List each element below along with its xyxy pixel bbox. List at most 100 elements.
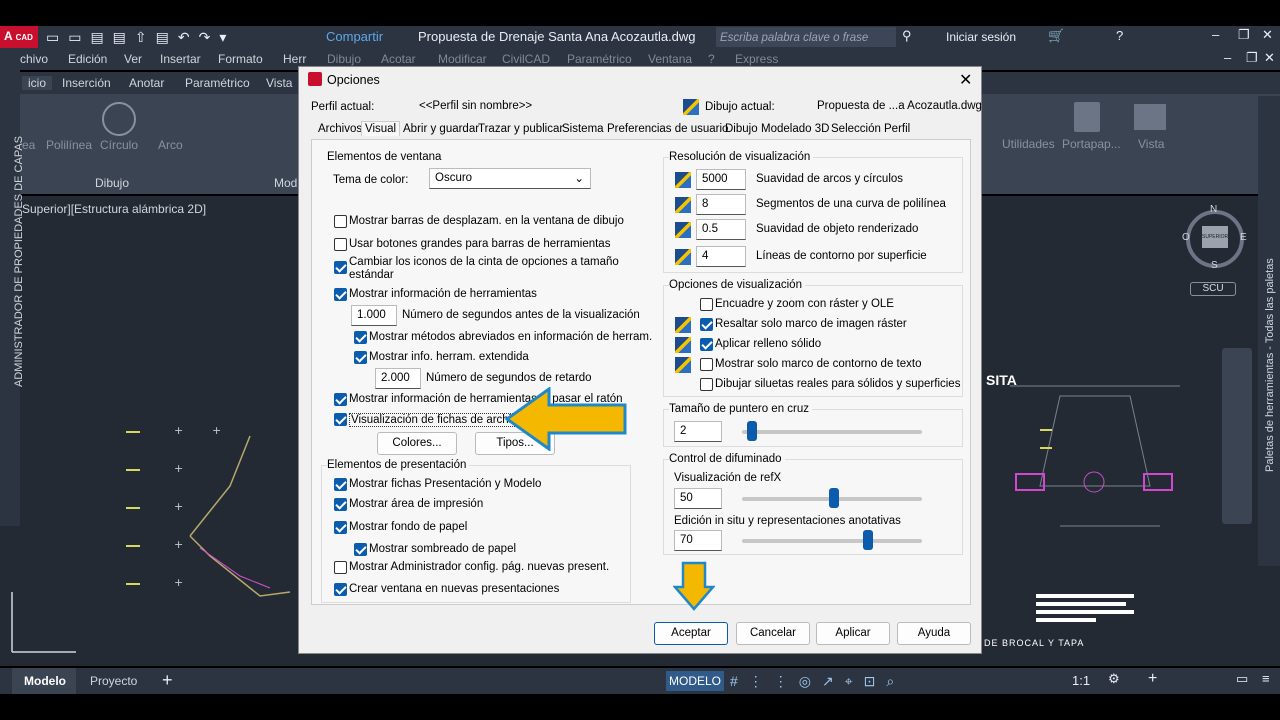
menu-item[interactable]: Edición [68, 52, 107, 66]
checkbox-raster-frame[interactable] [700, 318, 713, 331]
checkbox-extended-tooltips[interactable] [354, 351, 367, 364]
tooltip-delay-input[interactable]: 1.000 [351, 305, 397, 326]
inplace-fade-slider-track[interactable] [742, 539, 922, 543]
checkbox-print-area[interactable] [334, 498, 347, 511]
checkbox-create-viewport[interactable] [334, 583, 347, 596]
signin-button[interactable]: Iniciar sesión [946, 30, 1016, 44]
ok-button[interactable]: Aceptar [654, 622, 728, 645]
close-icon[interactable]: ✕ [1264, 50, 1275, 66]
close-icon[interactable]: ✕ [959, 70, 972, 90]
app-logo[interactable]: A CAD [0, 26, 38, 48]
colors-button[interactable]: Colores... [377, 432, 457, 455]
model-space-button[interactable]: MODELO [666, 671, 724, 691]
gear-icon[interactable]: ⚙ [1108, 671, 1120, 687]
tab-inicio[interactable]: icio [22, 76, 53, 90]
help-icon[interactable]: ? [1116, 28, 1123, 43]
menu-item[interactable]: chivo [20, 52, 48, 66]
menu-item[interactable]: Herr [283, 52, 306, 66]
menu-icon[interactable]: ≡ [1262, 671, 1270, 686]
tab-layout[interactable]: Proyecto [90, 674, 137, 688]
tab-dibujo[interactable]: Dibujo [725, 123, 758, 135]
checkbox-paper-shadow[interactable] [354, 543, 367, 556]
checkbox-solid-fill[interactable] [700, 338, 713, 351]
status-toolbar-icons[interactable]: #⋮⋮◎↗⌖⊡⌕ [730, 673, 905, 690]
menu-item[interactable]: Acotar [381, 52, 416, 66]
menu-item[interactable]: ? [708, 52, 715, 66]
menu-item[interactable]: Paramétrico [567, 52, 632, 66]
search-icon[interactable]: ⚲ [902, 28, 912, 44]
share-button[interactable]: Compartir [326, 29, 383, 44]
fullscreen-icon[interactable]: ▭ [1236, 671, 1248, 687]
checkbox-paper-bg[interactable] [334, 521, 347, 534]
plus-icon[interactable]: + [1148, 670, 1157, 688]
xref-fade-slider-thumb[interactable] [829, 488, 839, 508]
checkbox-layout-tabs[interactable] [334, 478, 347, 491]
polyline-tool[interactable]: Polilínea [46, 138, 92, 152]
help-button[interactable]: Ayuda [897, 622, 971, 645]
add-layout-icon[interactable]: + [162, 670, 173, 691]
crosshair-slider-track[interactable] [742, 430, 922, 434]
checkbox-large-buttons[interactable] [334, 238, 347, 251]
menu-item[interactable]: Modificar [438, 52, 487, 66]
checkbox-shortcuts[interactable] [354, 331, 367, 344]
contour-lines-input[interactable]: 4 [696, 246, 746, 267]
menu-item[interactable]: Formato [218, 52, 263, 66]
panel-label-dibujo[interactable]: Dibujo [95, 176, 129, 190]
checkbox-scrollbars[interactable] [334, 215, 347, 228]
cancel-button[interactable]: Cancelar [736, 622, 810, 645]
menu-item[interactable]: Express [735, 52, 778, 66]
tab-seleccion[interactable]: Selección [831, 123, 881, 135]
checkbox-silhouettes[interactable] [700, 378, 713, 391]
circle-tool[interactable]: Círculo [100, 138, 138, 152]
restore-icon[interactable]: – [1224, 50, 1231, 65]
menu-item[interactable]: Insertar [160, 52, 201, 66]
render-smoothness-input[interactable]: 0.5 [696, 219, 746, 240]
menu-item[interactable]: Dibujo [327, 52, 361, 66]
crosshair-slider-thumb[interactable] [747, 421, 758, 441]
minimize-icon[interactable]: – [1212, 27, 1219, 42]
tab-trazar-publicar[interactable]: Trazar y publicar [478, 123, 563, 135]
quick-access-toolbar[interactable]: ▭▭▤▤⇧▤↶↷▾ [46, 29, 235, 46]
checkbox-rollover-tooltips[interactable] [334, 393, 347, 406]
color-theme-select[interactable]: Oscuro ⌄ [429, 168, 591, 189]
extended-delay-input[interactable]: 2.000 [375, 368, 421, 389]
checkbox-text-frame[interactable] [700, 358, 713, 371]
menu-item[interactable]: CivilCAD [502, 52, 550, 66]
restore-icon[interactable]: ❐ [1238, 27, 1250, 43]
inplace-fade-slider-thumb[interactable] [863, 530, 873, 550]
cart-icon[interactable]: 🛒 [1048, 28, 1064, 44]
arc-tool[interactable]: Arco [158, 138, 183, 152]
checkbox-page-setup[interactable] [334, 561, 347, 574]
arc-smoothness-input[interactable]: 5000 [696, 169, 746, 190]
tab-modelado3d[interactable]: Modelado 3D [761, 123, 829, 135]
checkbox-raster-zoom[interactable] [700, 298, 713, 311]
inplace-fade-input[interactable]: 70 [674, 530, 722, 551]
annotation-scale[interactable]: 1:1 [1072, 673, 1090, 688]
restore-icon[interactable]: ❐ [1246, 50, 1258, 66]
apply-button[interactable]: Aplicar [816, 622, 890, 645]
menu-item[interactable]: Ventana [648, 52, 692, 66]
tab-anotar[interactable]: Anotar [129, 76, 164, 90]
search-input[interactable]: Escriba palabra clave o frase [716, 27, 896, 47]
tab-visual[interactable]: Visual [361, 121, 401, 136]
tab-sistema[interactable]: Sistema [562, 123, 604, 135]
tab-preferencias[interactable]: Preferencias de usuario [607, 123, 728, 135]
tab-model[interactable]: Modelo [12, 668, 76, 694]
xref-fade-input[interactable]: 50 [674, 488, 722, 509]
panel-label-modificar[interactable]: Mod [274, 176, 297, 190]
crosshair-size-input[interactable]: 2 [674, 421, 722, 442]
tab-insercion[interactable]: Inserción [62, 76, 111, 90]
clipboard-tool[interactable]: Portapap... [1062, 137, 1121, 151]
checkbox-file-tabs[interactable] [334, 413, 347, 426]
menu-item[interactable]: Ver [124, 52, 142, 66]
tab-archivos[interactable]: Archivos [318, 123, 362, 135]
tab-parametrico[interactable]: Paramétrico [185, 76, 250, 90]
tab-perfil[interactable]: Perfil [884, 123, 910, 135]
checkbox-tooltips[interactable] [334, 288, 347, 301]
view-tool[interactable]: Vista [1138, 137, 1164, 151]
polyline-segments-input[interactable]: 8 [696, 194, 746, 215]
checkbox-ribbon-icons[interactable] [334, 261, 347, 274]
tab-abrir-guardar[interactable]: Abrir y guardar [403, 123, 479, 135]
utilities-tool[interactable]: Utilidades [1002, 137, 1055, 151]
close-icon[interactable]: ✕ [1262, 27, 1273, 43]
